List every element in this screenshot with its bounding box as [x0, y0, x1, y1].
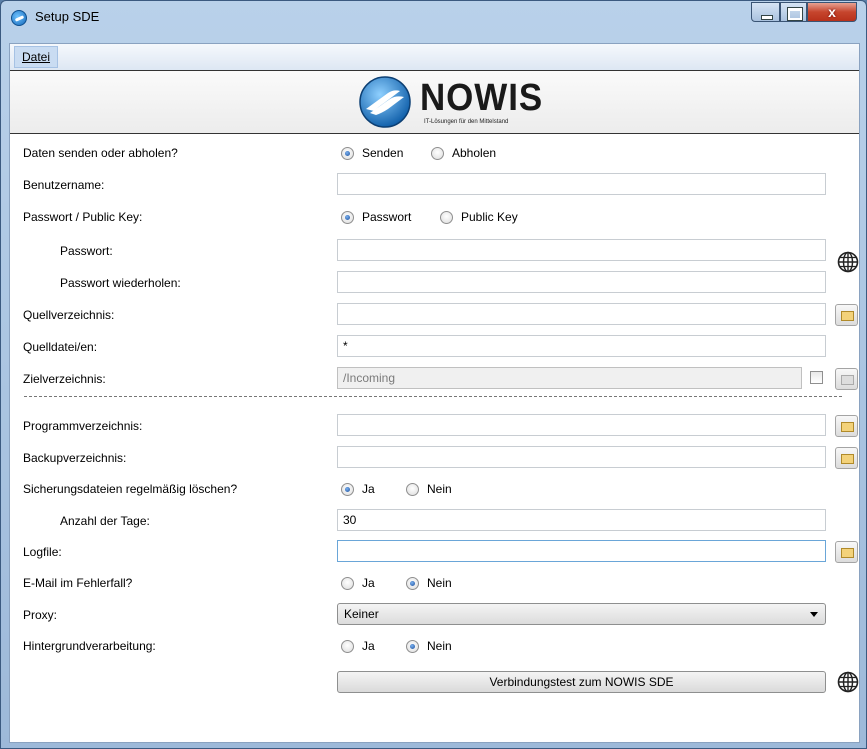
background-yes-radio[interactable]	[341, 640, 354, 653]
background-no-label: Nein	[427, 639, 452, 653]
fetch-radio[interactable]	[431, 147, 444, 160]
email-yes-radio[interactable]	[341, 577, 354, 590]
public-key-radio[interactable]	[440, 211, 453, 224]
maximize-button[interactable]	[780, 2, 807, 22]
proxy-select[interactable]: Keiner	[337, 603, 826, 625]
window-title: Setup SDE	[35, 9, 100, 24]
days-input[interactable]	[337, 509, 826, 531]
source-dir-input[interactable]	[337, 303, 826, 325]
background-yes-label: Ja	[362, 639, 375, 653]
maximize-icon	[787, 7, 803, 21]
target-dir-input[interactable]	[337, 367, 802, 389]
source-dir-browse-button[interactable]	[835, 304, 858, 326]
password-radio[interactable]	[341, 211, 354, 224]
backup-dir-input[interactable]	[337, 446, 826, 468]
proxy-label: Proxy:	[23, 608, 58, 622]
password-radio-label: Passwort	[362, 210, 412, 224]
program-dir-browse-button[interactable]	[835, 415, 858, 437]
send-mode-label: Daten senden oder abholen?	[23, 146, 178, 160]
target-dir-checkbox[interactable]	[810, 371, 823, 384]
password-input[interactable]	[337, 239, 826, 261]
folder-icon	[841, 422, 854, 432]
globe-icon[interactable]	[837, 671, 859, 693]
close-icon: x	[828, 4, 836, 20]
folder-icon	[841, 454, 854, 464]
target-dir-browse-button[interactable]	[835, 368, 858, 390]
logo-banner: NOWIS IT-Lösungen für den Mittelstand	[10, 70, 859, 134]
email-on-error-label: E-Mail im Fehlerfall?	[23, 576, 133, 590]
close-button[interactable]: x	[807, 2, 857, 22]
delete-backups-no-radio[interactable]	[406, 483, 419, 496]
dropdown-arrow-icon	[810, 612, 818, 617]
username-label: Benutzername:	[23, 178, 105, 192]
proxy-select-value: Keiner	[344, 607, 379, 621]
email-yes-label: Ja	[362, 576, 375, 590]
folder-icon	[841, 311, 854, 321]
days-label: Anzahl der Tage:	[60, 514, 150, 528]
password-repeat-label: Passwort wiederholen:	[60, 276, 181, 290]
menu-datei[interactable]: Datei	[14, 46, 59, 68]
backup-dir-label: Backupverzeichnis:	[23, 451, 127, 465]
nowis-logo-icon	[359, 76, 411, 128]
username-input[interactable]	[337, 173, 826, 195]
background-label: Hintergrundverarbeitung:	[23, 639, 156, 653]
source-files-label: Quelldatei/en:	[23, 340, 98, 354]
app-icon	[11, 10, 27, 26]
menu-datei-label: Datei	[22, 50, 51, 64]
fetch-radio-label: Abholen	[452, 146, 497, 160]
source-dir-label: Quellverzeichnis:	[23, 308, 115, 322]
email-no-label: Nein	[427, 576, 452, 590]
connection-test-button[interactable]: Verbindungstest zum NOWIS SDE	[337, 671, 826, 693]
public-key-radio-label: Public Key	[461, 210, 518, 224]
password-label: Passwort:	[60, 244, 113, 258]
section-divider	[24, 396, 842, 397]
send-radio[interactable]	[341, 147, 354, 160]
minimize-icon	[761, 15, 773, 20]
send-radio-label: Senden	[362, 146, 404, 160]
logfile-label: Logfile:	[23, 545, 62, 559]
program-dir-input[interactable]	[337, 414, 826, 436]
email-no-radio[interactable]	[406, 577, 419, 590]
delete-backups-yes-radio[interactable]	[341, 483, 354, 496]
logfile-browse-button[interactable]	[835, 541, 858, 563]
delete-backups-yes-label: Ja	[362, 482, 375, 496]
backup-dir-browse-button[interactable]	[835, 447, 858, 469]
minimize-button[interactable]	[751, 2, 780, 22]
folder-icon	[841, 375, 854, 385]
title-bar[interactable]: Setup SDE x	[1, 1, 866, 33]
source-files-input[interactable]	[337, 335, 826, 357]
target-dir-label: Zielverzeichnis:	[23, 372, 106, 386]
logfile-input[interactable]	[337, 540, 826, 562]
folder-icon	[841, 548, 854, 558]
auth-mode-label: Passwort / Public Key:	[23, 210, 143, 224]
logo-wordmark: NOWIS	[420, 77, 544, 119]
client-area: Datei NOWIS IT-Lösungen für den Mittelst…	[9, 43, 860, 743]
background-no-radio[interactable]	[406, 640, 419, 653]
logo-tagline: IT-Lösungen für den Mittelstand	[424, 119, 509, 125]
nowis-logo: NOWIS IT-Lösungen für den Mittelstand	[354, 75, 550, 129]
globe-icon[interactable]	[837, 251, 859, 273]
delete-backups-label: Sicherungsdateien regelmäßig löschen?	[23, 482, 238, 496]
menu-bar: Datei	[10, 44, 859, 70]
program-dir-label: Programmverzeichnis:	[23, 419, 143, 433]
setup-window: Setup SDE x Datei NOWIS IT-Lösungen für …	[0, 0, 867, 749]
password-repeat-input[interactable]	[337, 271, 826, 293]
delete-backups-no-label: Nein	[427, 482, 452, 496]
